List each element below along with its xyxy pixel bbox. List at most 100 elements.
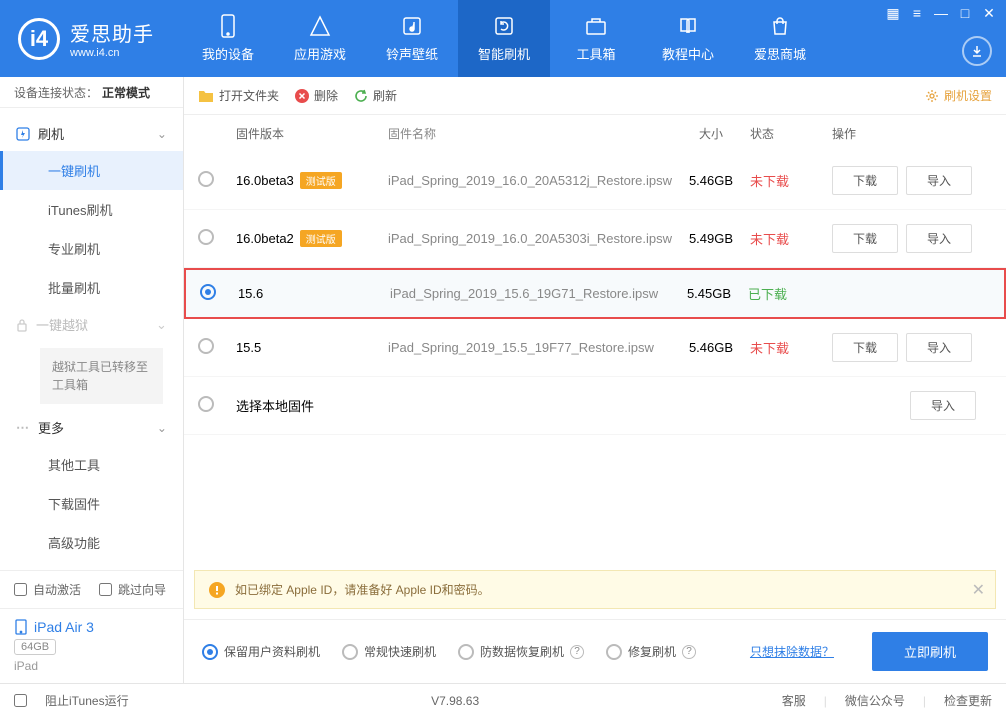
block-itunes-label: 阻止iTunes运行 — [45, 692, 129, 709]
firmware-row[interactable]: 15.6iPad_Spring_2019_15.6_19G71_Restore.… — [184, 268, 1006, 319]
delete-icon — [295, 89, 309, 103]
nav-toolbox[interactable]: 工具箱 — [550, 0, 642, 77]
status-bar: 阻止iTunes运行 V7.98.63 客服 | 微信公众号 | 检查更新 — [0, 683, 1006, 717]
win-grid-icon[interactable]: ▦ — [882, 4, 904, 22]
open-folder-button[interactable]: 打开文件夹 — [198, 87, 279, 104]
select-local-firmware-row[interactable]: 选择本地固件 导入 — [184, 377, 1006, 435]
firmware-status: 未下载 — [750, 338, 822, 357]
device-type: iPad — [14, 659, 169, 673]
delete-button[interactable]: 删除 — [295, 87, 338, 104]
flash-opt-normal[interactable]: 常规快速刷机 — [342, 643, 436, 660]
auto-activate-label: 自动激活 — [33, 581, 81, 598]
sidebar-item-advanced[interactable]: 高级功能 — [0, 523, 183, 562]
device-info[interactable]: iPad Air 3 64GB iPad — [0, 608, 183, 683]
nav-flash[interactable]: 智能刷机 — [458, 0, 550, 77]
refresh-small-icon — [354, 89, 368, 103]
erase-only-link[interactable]: 只想抹除数据？ — [750, 643, 834, 660]
apple-id-notice: 如已绑定 Apple ID，请准备好 Apple ID和密码。 ✕ — [194, 570, 996, 609]
help-icon[interactable]: ? — [682, 645, 696, 659]
music-icon — [400, 14, 424, 38]
flash-small-icon — [16, 127, 30, 141]
shop-icon — [768, 14, 792, 38]
flash-options: 保留用户资料刷机 常规快速刷机 防数据恢复刷机? 修复刷机? 只想抹除数据？ 立… — [184, 619, 1006, 683]
firmware-version: 16.0beta2 — [236, 231, 294, 246]
firmware-size: 5.46GB — [672, 173, 750, 188]
flash-opt-keep-data[interactable]: 保留用户资料刷机 — [202, 643, 320, 660]
refresh-icon — [492, 14, 516, 38]
flash-opt-repair[interactable]: 修复刷机? — [606, 643, 696, 660]
nav-shop[interactable]: 爱思商城 — [734, 0, 826, 77]
import-button[interactable]: 导入 — [906, 333, 972, 362]
firmware-row[interactable]: 15.5iPad_Spring_2019_15.5_19F77_Restore.… — [184, 319, 1006, 377]
win-maximize-icon[interactable]: □ — [954, 4, 976, 22]
sb-support[interactable]: 客服 — [782, 692, 806, 709]
firmware-radio[interactable] — [198, 338, 214, 354]
win-minimize-icon[interactable]: — — [930, 4, 952, 22]
firmware-radio[interactable] — [198, 171, 214, 187]
help-icon[interactable]: ? — [570, 645, 584, 659]
download-button[interactable]: 下载 — [832, 166, 898, 195]
block-itunes-checkbox[interactable] — [14, 694, 27, 707]
firmware-row[interactable]: 16.0beta3测试版iPad_Spring_2019_16.0_20A531… — [184, 152, 1006, 210]
sb-wechat[interactable]: 微信公众号 — [845, 692, 905, 709]
book-icon — [676, 14, 700, 38]
firmware-size: 5.49GB — [672, 231, 750, 246]
beta-tag: 测试版 — [300, 230, 342, 247]
sidebar-group-flash[interactable]: 刷机 ⌄ — [0, 116, 183, 151]
firmware-status: 未下载 — [750, 229, 822, 248]
app-header: i4 爱思助手 www.i4.cn 我的设备 应用游戏 铃声壁纸 智能刷机 工具… — [0, 0, 1006, 77]
sidebar-item-download-firmware[interactable]: 下载固件 — [0, 484, 183, 523]
sidebar: 设备连接状态：正常模式 刷机 ⌄ 一键刷机 iTunes刷机 专业刷机 批量刷机… — [0, 77, 184, 683]
th-status: 状态 — [750, 125, 822, 142]
auto-activate-checkbox[interactable] — [14, 583, 27, 596]
chevron-down-icon: ⌄ — [157, 127, 167, 141]
flash-now-button[interactable]: 立即刷机 — [872, 632, 988, 671]
nav-my-device[interactable]: 我的设备 — [182, 0, 274, 77]
sidebar-item-itunes[interactable]: iTunes刷机 — [0, 190, 183, 229]
sidebar-item-batch[interactable]: 批量刷机 — [0, 268, 183, 307]
firmware-radio[interactable] — [198, 229, 214, 245]
table-header: 固件版本 固件名称 大小 状态 操作 — [184, 115, 1006, 152]
gear-icon — [925, 89, 939, 103]
flash-settings-button[interactable]: 刷机设置 — [925, 87, 992, 104]
brand-url: www.i4.cn — [70, 47, 154, 59]
import-button[interactable]: 导入 — [906, 224, 972, 253]
download-button[interactable]: 下载 — [832, 333, 898, 362]
firmware-status: 未下载 — [750, 171, 822, 190]
nav-apps[interactable]: 应用游戏 — [274, 0, 366, 77]
skip-guide-checkbox[interactable] — [99, 583, 112, 596]
toolbox-icon — [584, 14, 608, 38]
flash-opt-antidata[interactable]: 防数据恢复刷机? — [458, 643, 584, 660]
firmware-size: 5.46GB — [672, 340, 750, 355]
sidebar-item-oneclick[interactable]: 一键刷机 — [0, 151, 183, 190]
app-version: V7.98.63 — [431, 694, 479, 708]
win-menu-icon[interactable]: ≡ — [906, 4, 928, 22]
download-button[interactable]: 下载 — [832, 224, 898, 253]
download-manager-button[interactable] — [962, 36, 992, 66]
firmware-row[interactable]: 16.0beta2 测试版 iPad_Spring_2019_16.0_20A530… — [184, 210, 1006, 268]
sb-update[interactable]: 检查更新 — [944, 692, 992, 709]
firmware-radio[interactable] — [200, 284, 216, 300]
sidebar-item-pro[interactable]: 专业刷机 — [0, 229, 183, 268]
folder-icon — [198, 89, 214, 103]
import-button[interactable]: 导入 — [906, 166, 972, 195]
win-close-icon[interactable]: ✕ — [978, 4, 1000, 22]
import-button[interactable]: 导入 — [910, 391, 976, 420]
brand-name: 爱思助手 — [70, 18, 154, 47]
lock-icon — [16, 318, 28, 332]
th-name: 固件名称 — [388, 125, 672, 142]
connection-status: 设备连接状态：正常模式 — [0, 77, 183, 108]
nav-ringtone[interactable]: 铃声壁纸 — [366, 0, 458, 77]
firmware-name: iPad_Spring_2019_16.0_20A5303i_Restore.i… — [388, 231, 672, 246]
radio-local[interactable] — [198, 396, 214, 412]
sidebar-item-other-tools[interactable]: 其他工具 — [0, 445, 183, 484]
sidebar-group-more[interactable]: ⋯ 更多 ⌄ — [0, 410, 183, 445]
firmware-name: iPad_Spring_2019_16.0_20A5312j_Restore.i… — [388, 173, 672, 188]
close-icon[interactable]: ✕ — [972, 580, 985, 600]
th-size: 大小 — [672, 125, 750, 142]
top-nav: 我的设备 应用游戏 铃声壁纸 智能刷机 工具箱 教程中心 爱思商城 — [182, 0, 826, 77]
refresh-button[interactable]: 刷新 — [354, 87, 397, 104]
firmware-version: 16.0beta3 — [236, 173, 294, 188]
nav-tutorials[interactable]: 教程中心 — [642, 0, 734, 77]
firmware-name: iPad_Spring_2019_15.5_19F77_Restore.ipsw — [388, 340, 672, 355]
